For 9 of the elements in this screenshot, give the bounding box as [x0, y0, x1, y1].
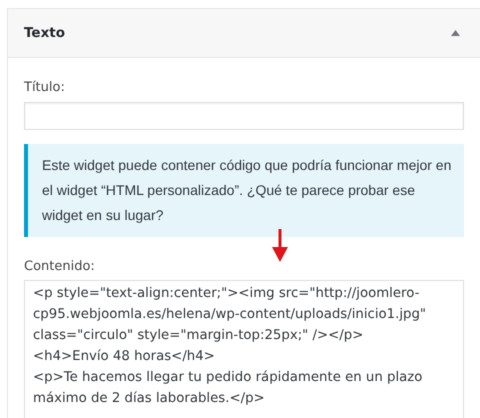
widget-header[interactable]: Texto: [8, 9, 480, 58]
content-textarea[interactable]: <p style="text-align:center;"><img src="http://joomlero-cp95.webjoomla.es/helena/wp-content/uploads/inicio1.jpg" class="circulo" style="margin-top:25px;" /></p> <h4>Envío 48 horas</h4> <p>Te hacemos llegar tu pedido rápidamente en un plazo máximo de 2 días laborables.</p>: [24, 280, 464, 418]
widget-title: Texto: [24, 24, 66, 43]
arrow-icon: [271, 229, 289, 263]
title-input[interactable]: [24, 102, 464, 130]
collapse-icon[interactable]: [451, 30, 460, 36]
content-label: Contenido:: [24, 258, 96, 276]
notice-message: Este widget puede contener código que podría funcionar mejor en el widget “HTML personalizado”. ¿Qué te parece probar ese widget en su lugar?: [24, 144, 464, 236]
title-label: Título:: [24, 79, 66, 97]
